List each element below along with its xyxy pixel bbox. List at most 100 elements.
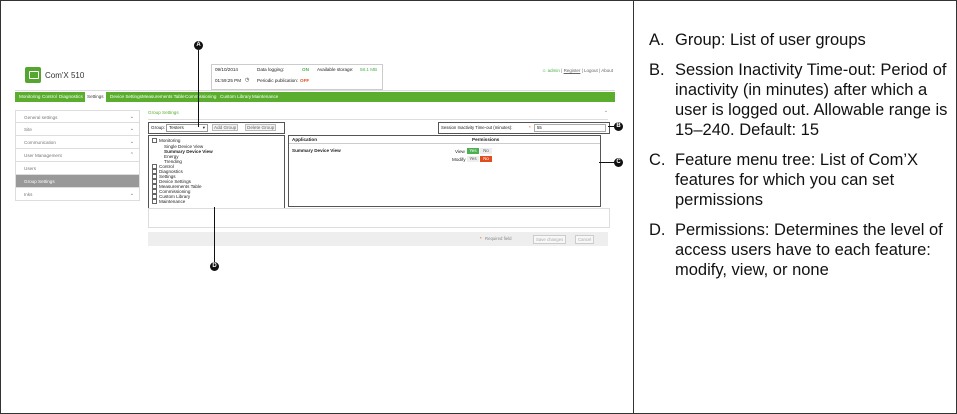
legend-item-a: A. Group: List of user groups bbox=[649, 30, 949, 50]
legend-letter: D. bbox=[649, 221, 666, 239]
legend-letter: B. bbox=[649, 61, 665, 79]
application-header: Application bbox=[292, 137, 318, 142]
app-name: Com'X 510 bbox=[45, 71, 85, 80]
column-divider bbox=[633, 0, 634, 414]
user-icon: ☺ bbox=[541, 68, 547, 73]
permissions-header-label: Permissions bbox=[472, 137, 500, 142]
session-label: Session Inactivity Time-out (minutes): bbox=[441, 125, 513, 130]
cancel-button[interactable]: Cancel bbox=[575, 235, 595, 244]
tree-label: Monitoring bbox=[159, 138, 181, 143]
data-logging-label: Data logging: bbox=[257, 67, 285, 72]
chevron-down-icon: ⌄ bbox=[129, 114, 134, 120]
legend-item-c: C. Feature menu tree: List of Com’X feat… bbox=[649, 150, 949, 210]
feature-menu-tree: Monitoring Single Device View Summary De… bbox=[148, 135, 285, 209]
nav-commissioning[interactable]: Commissioning bbox=[185, 94, 216, 99]
legend-text: Session Inactivity Time-out: Period of i… bbox=[675, 61, 948, 139]
session-timeout-input[interactable]: 55 bbox=[534, 124, 606, 132]
nav-control[interactable]: Control bbox=[42, 94, 57, 99]
legend: A. Group: List of user groups B. Session… bbox=[649, 30, 949, 290]
sidebar-item-inks[interactable]: Inks ⌄ bbox=[15, 188, 140, 201]
expand-box-icon bbox=[152, 138, 157, 144]
caret-down-icon: ▾ bbox=[202, 125, 205, 130]
group-select-value: Testers bbox=[169, 125, 184, 130]
group-select[interactable]: Testers ▾ bbox=[166, 124, 208, 132]
nav-diagnostics[interactable]: Diagnostics bbox=[59, 94, 83, 99]
session-timeout-value: 55 bbox=[537, 125, 542, 130]
chevron-down-icon: ⌄ bbox=[129, 126, 134, 132]
sidebar-item-communication[interactable]: Communication ⌄ bbox=[15, 136, 140, 149]
sidebar-label: Users bbox=[24, 166, 36, 171]
delete-group-button[interactable]: Delete Group bbox=[245, 124, 277, 131]
legend-item-b: B. Session Inactivity Time-out: Period o… bbox=[649, 60, 949, 140]
tree-node[interactable]: Monitoring bbox=[152, 138, 181, 144]
group-bar: Group: Testers ▾ Add Group Delete Group bbox=[148, 122, 285, 134]
expand-box-icon bbox=[152, 199, 157, 205]
modify-yes-toggle[interactable]: Yes bbox=[467, 156, 479, 162]
app-header: Com'X 510 09/10/2014 Data logging: ON Av… bbox=[15, 62, 615, 91]
nav-device-settings[interactable]: Device Settings bbox=[110, 94, 142, 99]
storage-value: 58.1 MB bbox=[360, 67, 378, 72]
nav-settings[interactable]: Settings bbox=[85, 92, 106, 102]
view-no-toggle[interactable]: No bbox=[480, 148, 492, 154]
status-box: 09/10/2014 Data logging: ON Available st… bbox=[211, 64, 383, 90]
sidebar-label: Communication bbox=[24, 140, 56, 145]
callout-a: A bbox=[194, 41, 203, 50]
storage-label: Available storage: bbox=[317, 67, 354, 72]
group-label: Group: bbox=[151, 125, 166, 130]
page-title: Group Settings ⌃ bbox=[148, 110, 608, 120]
sidebar-label: Inks bbox=[24, 192, 33, 197]
comx-logo-icon bbox=[25, 67, 41, 83]
time: 01:59:25 PM bbox=[215, 78, 242, 83]
required-star: * bbox=[529, 125, 531, 130]
modify-no-toggle[interactable]: No bbox=[480, 156, 492, 162]
sidebar-item-site[interactable]: Site ⌄ bbox=[15, 123, 140, 136]
periodic-label: Periodic publication: bbox=[257, 78, 299, 83]
modify-label: Modify bbox=[452, 157, 466, 162]
callout-line bbox=[214, 207, 215, 265]
page-title-text: Group Settings bbox=[148, 110, 179, 115]
chevron-up-icon[interactable]: ⌃ bbox=[604, 110, 608, 116]
clock-icon: ◷ bbox=[245, 77, 250, 83]
required-field-note: Required field bbox=[485, 236, 512, 241]
chevron-down-icon: ⌄ bbox=[129, 139, 134, 145]
callout-b: B bbox=[614, 122, 623, 131]
legend-letter: A. bbox=[649, 31, 665, 49]
tree-label: Maintenance bbox=[159, 199, 186, 204]
permissions-header: Application Permissions bbox=[289, 136, 600, 144]
nav-monitoring[interactable]: Monitoring bbox=[19, 94, 40, 99]
sidebar-item-user-management[interactable]: User Management ⌃ bbox=[15, 149, 140, 162]
register-link[interactable]: Register bbox=[564, 68, 581, 73]
callout-line bbox=[198, 50, 199, 127]
logout-link[interactable]: Logout bbox=[584, 68, 598, 73]
legend-text: Group: List of user groups bbox=[675, 31, 866, 49]
legend-text: Permissions: Determines the level of acc… bbox=[675, 221, 943, 279]
admin-link[interactable]: admin bbox=[548, 68, 560, 73]
nav-measurements-table[interactable]: Measurements Table bbox=[142, 94, 185, 99]
sidebar-label: General settings bbox=[24, 115, 58, 120]
sidebar-item-general[interactable]: General settings ⌄ bbox=[15, 110, 140, 123]
screenshot-panel: Com'X 510 09/10/2014 Data logging: ON Av… bbox=[15, 40, 623, 271]
nav-maintenance[interactable]: Maintenance bbox=[252, 94, 278, 99]
form-footer: * Required field Save changes Cancel bbox=[148, 232, 608, 246]
permissions-panel: Application Permissions Summary Device V… bbox=[288, 135, 601, 207]
sidebar-item-users[interactable]: Users bbox=[15, 162, 140, 175]
add-group-button[interactable]: Add Group bbox=[212, 124, 239, 131]
legend-text: Feature menu tree: List of Com’X feature… bbox=[675, 151, 919, 209]
about-link[interactable]: About bbox=[601, 68, 613, 73]
nav-custom-library[interactable]: Custom Library bbox=[220, 94, 251, 99]
chevron-down-icon: ⌄ bbox=[129, 191, 134, 197]
view-yes-toggle[interactable]: Yes bbox=[467, 148, 479, 154]
permission-feature-name: Summary Device View bbox=[292, 148, 341, 153]
required-star: * bbox=[480, 236, 482, 241]
callout-c: C bbox=[614, 158, 623, 167]
sidebar: General settings ⌄ Site ⌄ Communication ⌄ U… bbox=[15, 110, 140, 201]
tree-node[interactable]: Maintenance bbox=[152, 199, 186, 205]
sidebar-item-group-settings[interactable]: Group Settings bbox=[15, 175, 140, 188]
main-nav: Monitoring Control Diagnostics Settings … bbox=[15, 92, 615, 102]
sidebar-label: Group Settings bbox=[24, 179, 55, 184]
save-changes-button[interactable]: Save changes bbox=[533, 235, 567, 244]
admin-links: ☺ admin | Register | Logout | About bbox=[541, 68, 613, 73]
legend-letter: C. bbox=[649, 151, 666, 169]
chevron-up-icon: ⌃ bbox=[129, 152, 134, 158]
periodic-value: OFF bbox=[300, 78, 310, 83]
